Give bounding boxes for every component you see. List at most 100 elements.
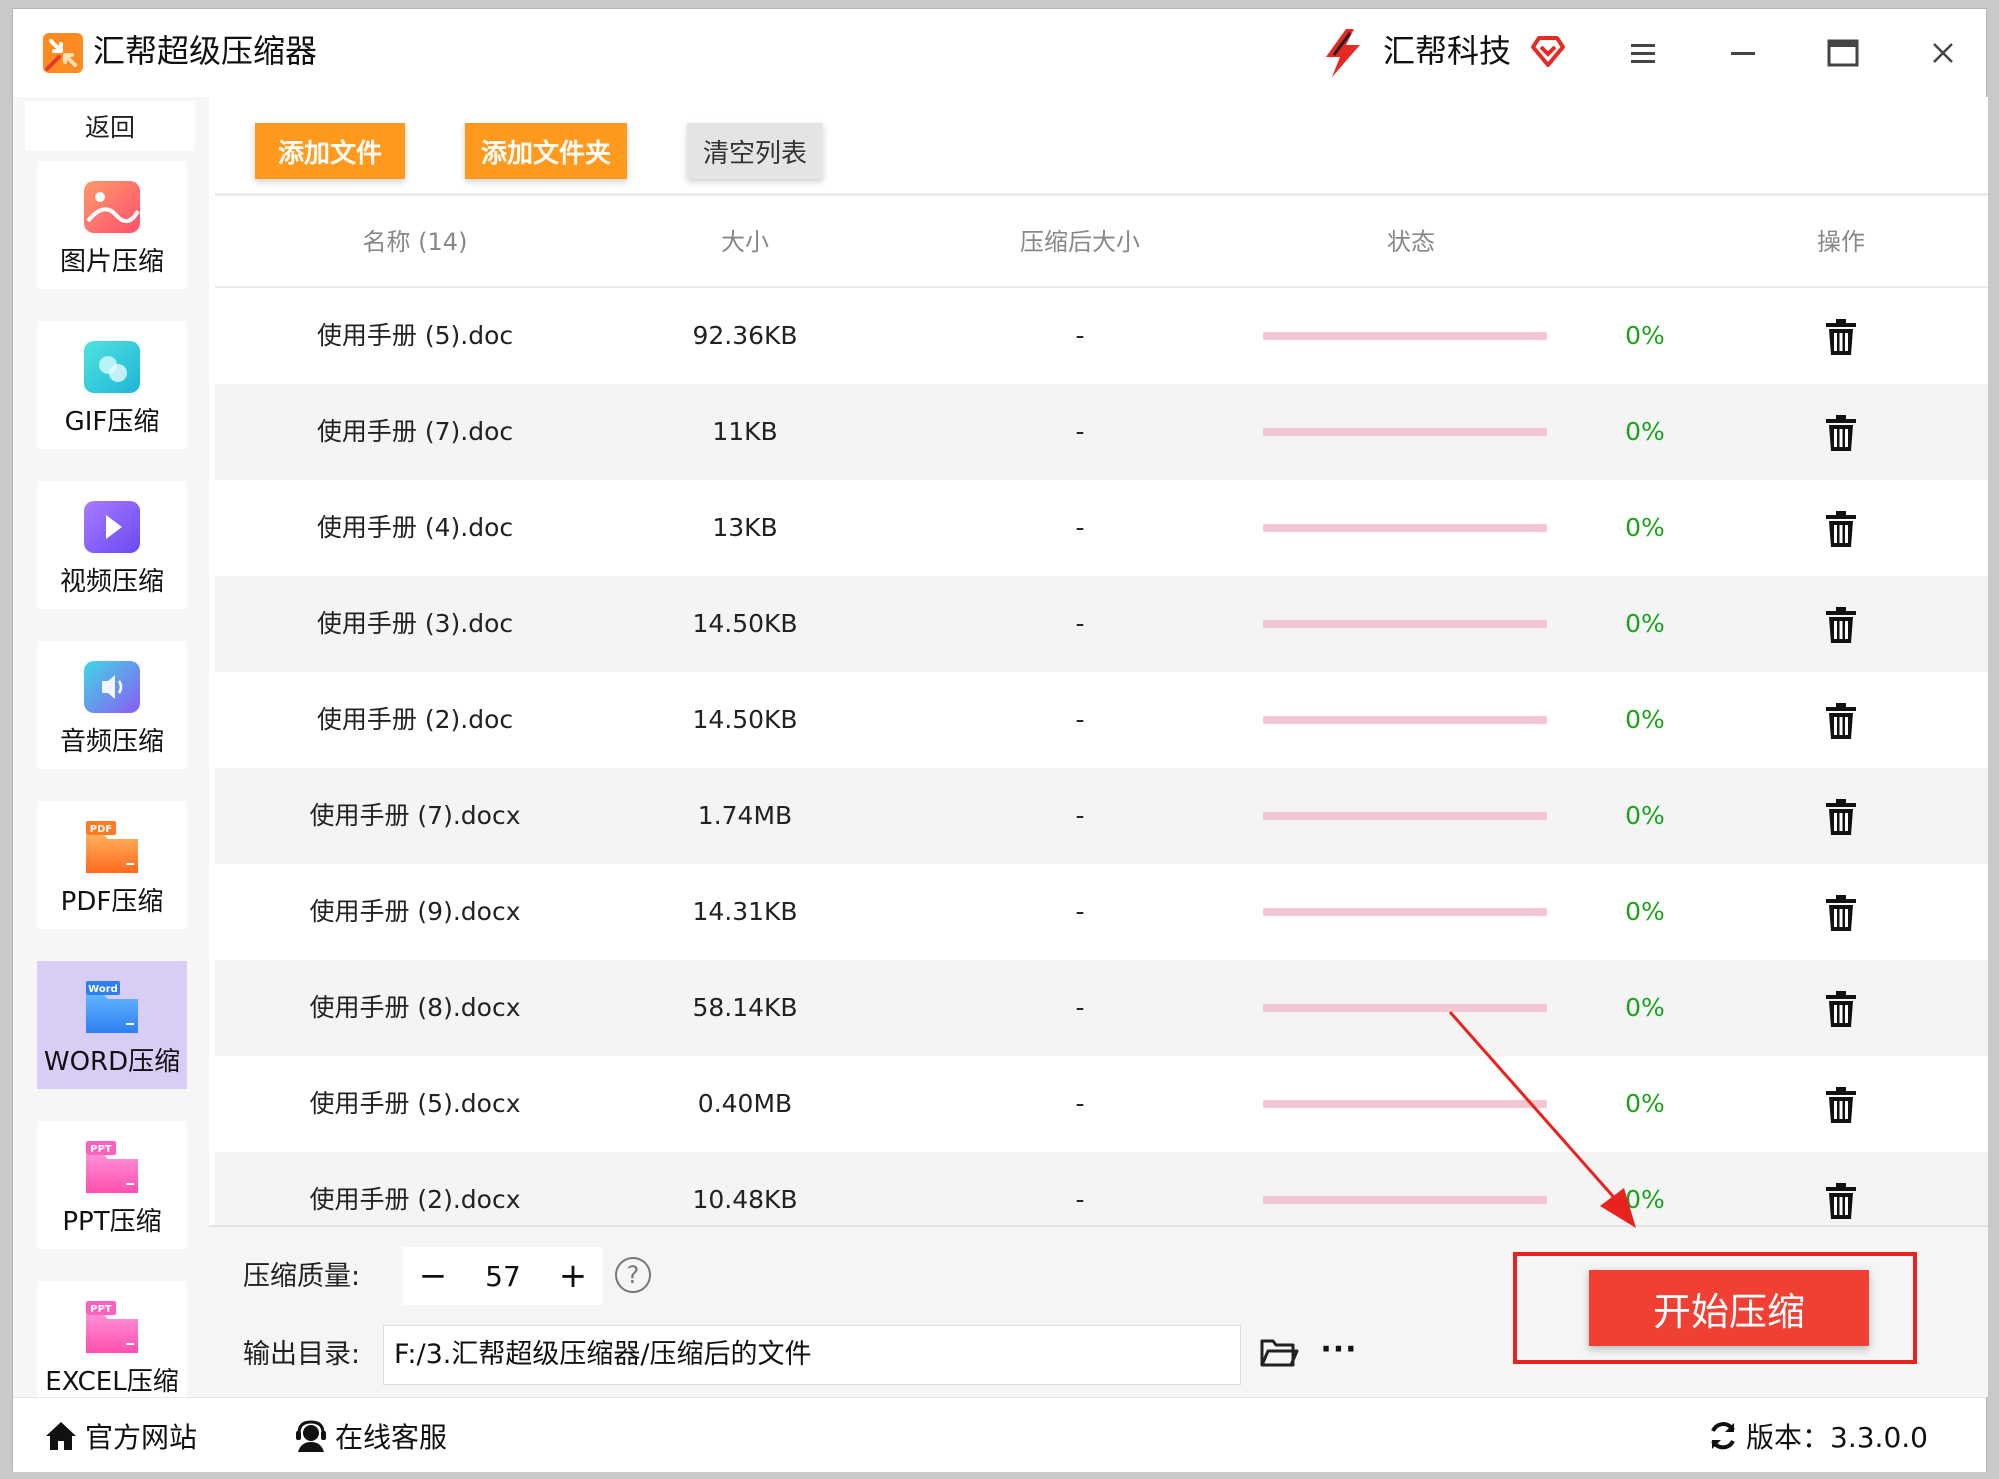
- clear-list-button[interactable]: 清空列表: [687, 123, 823, 179]
- progress-percent: 0%: [1625, 993, 1665, 1022]
- online-support-link[interactable]: 在线客服: [293, 1416, 447, 1456]
- sidebar-item-excel[interactable]: PPT EXCEL压缩: [37, 1281, 187, 1409]
- file-name: 使用手册 (8).docx: [309, 993, 521, 1022]
- footer: 官方网站 在线客服 版本：3.3.0.0: [13, 1397, 1986, 1472]
- compressed-size: -: [1075, 417, 1085, 446]
- sidebar-item-pdf[interactable]: PDF PDF压缩: [37, 801, 187, 929]
- table-row[interactable]: 使用手册 (8).docx 58.14KB - 0%: [215, 960, 1988, 1056]
- progress-bar: [1263, 716, 1547, 724]
- header-action: 操作: [1817, 228, 1865, 256]
- header-name: 名称 (14): [362, 228, 468, 256]
- refresh-icon[interactable]: [1706, 1419, 1740, 1453]
- sidebar-item-image[interactable]: 图片压缩: [37, 161, 187, 289]
- toolbar: 添加文件 添加文件夹 清空列表: [209, 97, 1988, 193]
- maximize-icon: [1827, 39, 1859, 67]
- audio-compress-icon: [84, 661, 140, 713]
- trash-icon[interactable]: [1823, 510, 1859, 548]
- add-file-button[interactable]: 添加文件: [255, 123, 405, 179]
- trash-icon[interactable]: [1823, 1086, 1859, 1124]
- table-row[interactable]: 使用手册 (7).doc 11KB - 0%: [215, 384, 1988, 480]
- more-options-button[interactable]: ···: [1319, 1329, 1359, 1369]
- quality-label: 压缩质量:: [243, 1261, 361, 1292]
- table-row[interactable]: 使用手册 (9).docx 14.31KB - 0%: [215, 864, 1988, 960]
- output-path-input[interactable]: F:/3.汇帮超级压缩器/压缩后的文件: [383, 1325, 1241, 1385]
- progress-percent: 0%: [1625, 321, 1665, 350]
- table-row[interactable]: 使用手册 (3).doc 14.50KB - 0%: [215, 576, 1988, 672]
- sidebar-item-audio[interactable]: 音频压缩: [37, 641, 187, 769]
- trash-icon[interactable]: [1823, 414, 1859, 452]
- sidebar-item-label: GIF压缩: [64, 407, 160, 437]
- file-size: 11KB: [712, 417, 778, 446]
- file-name: 使用手册 (5).docx: [309, 1089, 521, 1118]
- table-row[interactable]: 使用手册 (2).docx 10.48KB - 0%: [215, 1152, 1988, 1225]
- file-name: 使用手册 (2).docx: [309, 1185, 521, 1214]
- progress-bar: [1263, 908, 1547, 916]
- trash-icon[interactable]: [1823, 894, 1859, 932]
- file-name: 使用手册 (4).doc: [316, 513, 514, 542]
- sidebar-item-label: WORD压缩: [43, 1047, 181, 1077]
- minimize-button[interactable]: [1721, 31, 1765, 75]
- trash-icon[interactable]: [1823, 318, 1859, 356]
- quality-increase-button[interactable]: +: [543, 1247, 603, 1305]
- start-compress-button[interactable]: 开始压缩: [1589, 1270, 1869, 1346]
- progress-bar: [1263, 524, 1547, 532]
- back-button[interactable]: 返回: [25, 101, 195, 151]
- maximize-button[interactable]: [1821, 31, 1865, 75]
- minimize-icon: [1731, 52, 1755, 55]
- header-compressed-size: 压缩后大小: [1020, 228, 1140, 256]
- compressed-size: -: [1075, 993, 1085, 1022]
- progress-percent: 0%: [1625, 1089, 1665, 1118]
- trash-icon[interactable]: [1823, 798, 1859, 836]
- app-title: 汇帮超级压缩器: [93, 32, 318, 70]
- sidebar-item-label: 视频压缩: [59, 567, 164, 597]
- file-name: 使用手册 (9).docx: [309, 897, 521, 926]
- trash-icon[interactable]: [1823, 1182, 1859, 1220]
- sidebar-item-word[interactable]: Word WORD压缩: [37, 961, 187, 1089]
- file-table: 名称 (14) 大小 压缩后大小 状态 操作 使用手册 (5).doc 92.36…: [215, 193, 1988, 1225]
- table-row[interactable]: 使用手册 (7).docx 1.74MB - 0%: [215, 768, 1988, 864]
- file-size: 13KB: [712, 513, 778, 542]
- trash-icon[interactable]: [1823, 702, 1859, 740]
- file-size: 14.50KB: [692, 705, 798, 734]
- sidebar-item-label: EXCEL压缩: [45, 1367, 179, 1397]
- sidebar-item-video[interactable]: 视频压缩: [37, 481, 187, 609]
- trash-icon[interactable]: [1823, 606, 1859, 644]
- compressed-size: -: [1075, 801, 1085, 830]
- trash-icon[interactable]: [1823, 990, 1859, 1028]
- quality-decrease-button[interactable]: −: [403, 1247, 463, 1305]
- compressed-size: -: [1075, 513, 1085, 542]
- sidebar-item-label: PDF压缩: [60, 887, 164, 917]
- add-folder-button[interactable]: 添加文件夹: [465, 123, 627, 179]
- table-row[interactable]: 使用手册 (4).doc 13KB - 0%: [215, 480, 1988, 576]
- progress-bar: [1263, 428, 1547, 436]
- version-label: 版本：3.3.0.0: [1746, 1421, 1928, 1454]
- file-name: 使用手册 (5).doc: [316, 321, 514, 350]
- heart-diamond-icon[interactable]: [1530, 33, 1566, 69]
- official-website-link[interactable]: 官方网站: [43, 1416, 197, 1456]
- folder-open-icon[interactable]: [1259, 1335, 1299, 1371]
- progress-bar: [1263, 812, 1547, 820]
- pdf-compress-icon: PDF: [86, 821, 138, 873]
- file-name: 使用手册 (7).docx: [309, 801, 521, 830]
- compressed-size: -: [1075, 897, 1085, 926]
- table-row[interactable]: 使用手册 (5).doc 92.36KB - 0%: [215, 288, 1988, 384]
- table-row[interactable]: 使用手册 (5).docx 0.40MB - 0%: [215, 1056, 1988, 1152]
- title-bar: 汇帮超级压缩器 汇帮科技: [13, 9, 1986, 97]
- header-size: 大小: [721, 228, 769, 256]
- progress-bar: [1263, 1004, 1547, 1012]
- file-size: 14.50KB: [692, 609, 798, 638]
- help-icon[interactable]: ?: [615, 1257, 651, 1293]
- compressed-size: -: [1075, 1089, 1085, 1118]
- sidebar-item-gif[interactable]: GIF压缩: [37, 321, 187, 449]
- file-name: 使用手册 (7).doc: [316, 417, 514, 446]
- compressed-size: -: [1075, 1185, 1085, 1214]
- official-website-label: 官方网站: [85, 1421, 198, 1454]
- menu-button[interactable]: [1621, 31, 1665, 75]
- brand-name: 汇帮科技: [1383, 32, 1512, 70]
- table-row[interactable]: 使用手册 (2).doc 14.50KB - 0%: [215, 672, 1988, 768]
- svg-text:PDF: PDF: [90, 824, 112, 835]
- sidebar-item-ppt[interactable]: PPT PPT压缩: [37, 1121, 187, 1249]
- quality-value[interactable]: 57: [463, 1260, 543, 1293]
- close-button[interactable]: [1921, 31, 1965, 75]
- svg-text:PPT: PPT: [90, 1144, 112, 1155]
